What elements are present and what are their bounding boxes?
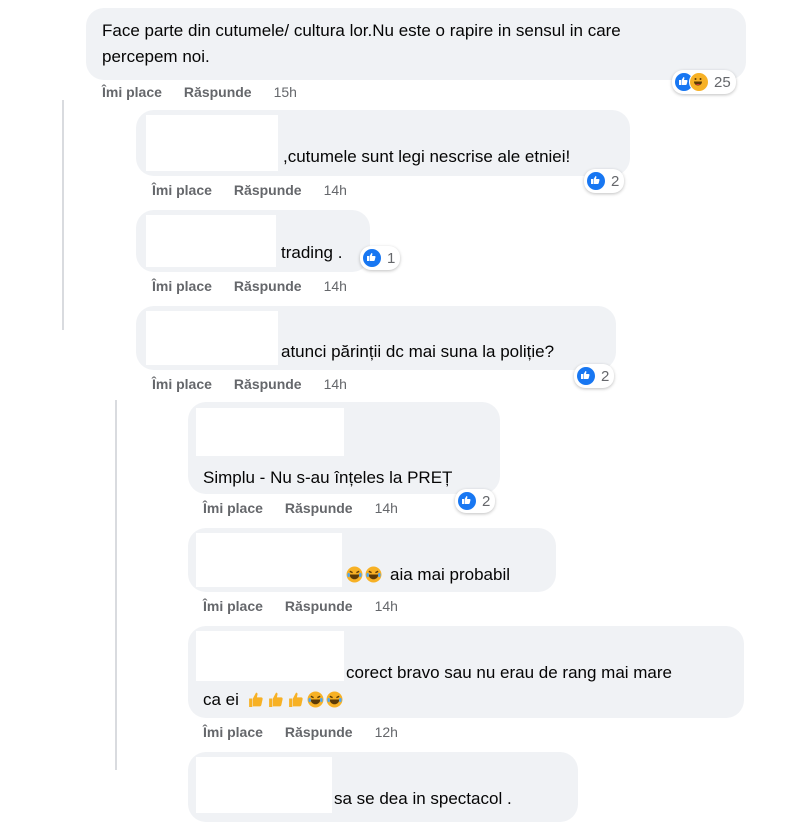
reply-button[interactable]: Răspunde [285,500,353,516]
thumbs-up-emoji [249,692,263,707]
comment-text: Simplu - Nu s-au înțeles la PREȚ [203,468,453,487]
comment-actions: Îmi place Răspunde 14h [152,278,347,294]
thumbs-up-emoji [289,692,303,707]
reaction-count: 25 [714,73,731,91]
reaction-count: 2 [601,367,610,385]
comment-text-line2: percepem noi. [102,47,210,66]
reaction-summary[interactable]: 1 [360,246,401,270]
reply-button[interactable]: Răspunde [234,182,302,198]
reaction-count: 2 [611,172,620,190]
reply-button[interactable]: Răspunde [285,724,353,740]
like-icon [457,491,477,511]
like-icon [576,366,596,386]
comment-text-row: aia mai probabil [346,562,510,588]
thumbs-up-emoji [269,692,283,707]
timestamp[interactable]: 14h [324,376,347,392]
like-button[interactable]: Îmi place [152,376,212,392]
reaction-count: 1 [387,249,396,267]
comment-text: sa se dea in spectacol . [334,789,512,808]
timestamp[interactable]: 14h [375,500,398,516]
reply-button[interactable]: Răspunde [234,278,302,294]
timestamp[interactable]: 12h [375,724,398,740]
comment-text: atunci părinții dc mai suna la poliție? [281,342,555,361]
reply-button[interactable]: Răspunde [184,84,252,100]
comment-actions: Îmi place Răspunde 12h [203,724,398,740]
comment-actions: Îmi place Răspunde 14h [152,376,347,392]
comment-text-line2-row: ca ei [203,687,345,713]
reaction-summary[interactable]: 25 [672,70,736,94]
comment-text: ,cutumele sunt legi nescrise ale etniei! [283,147,571,166]
timestamp[interactable]: 14h [375,598,398,614]
laughing-emoji [307,691,324,708]
like-button[interactable]: Îmi place [102,84,162,100]
reaction-summary[interactable]: 2 [455,489,496,513]
like-button[interactable]: Îmi place [203,724,263,740]
like-button[interactable]: Îmi place [152,278,212,294]
like-icon [586,171,606,191]
comment-text: corect bravo sau nu erau de rang mai mar… [346,663,673,682]
thread-line [62,100,64,330]
reply-button[interactable]: Răspunde [234,376,302,392]
comment-actions: Îmi place Răspunde 15h [102,84,297,100]
reaction-summary[interactable]: 2 [574,364,615,388]
like-button[interactable]: Îmi place [152,182,212,198]
comment-actions: Îmi place Răspunde 14h [152,182,347,198]
laughing-emoji [346,566,363,583]
haha-icon [689,72,709,92]
like-button[interactable]: Îmi place [203,500,263,516]
redacted-author-name [196,757,332,813]
redacted-author-name [196,631,344,681]
comment-text-line2: ca ei [203,690,239,709]
redacted-author-name [196,408,344,456]
timestamp[interactable]: 14h [324,182,347,198]
timestamp[interactable]: 14h [324,278,347,294]
comment-text: Face parte din cutumele/ cultura lor.Nu … [102,21,621,40]
timestamp[interactable]: 15h [274,84,297,100]
redacted-author-name [146,115,278,171]
like-icon [362,248,382,268]
like-button[interactable]: Îmi place [203,598,263,614]
comment-actions: Îmi place Răspunde 14h [203,598,398,614]
redacted-author-name [196,533,342,587]
reaction-summary[interactable]: 2 [584,169,625,193]
reaction-count: 2 [482,492,491,510]
laughing-emoji [365,566,382,583]
reply-button[interactable]: Răspunde [285,598,353,614]
comment-text: aia mai probabil [390,565,511,584]
comment-actions: Îmi place Răspunde 14h [203,500,398,516]
laughing-emoji [326,691,343,708]
redacted-author-name [146,215,276,267]
comment-text: trading . [281,243,343,262]
redacted-author-name [146,311,278,365]
thread-line [115,400,117,770]
